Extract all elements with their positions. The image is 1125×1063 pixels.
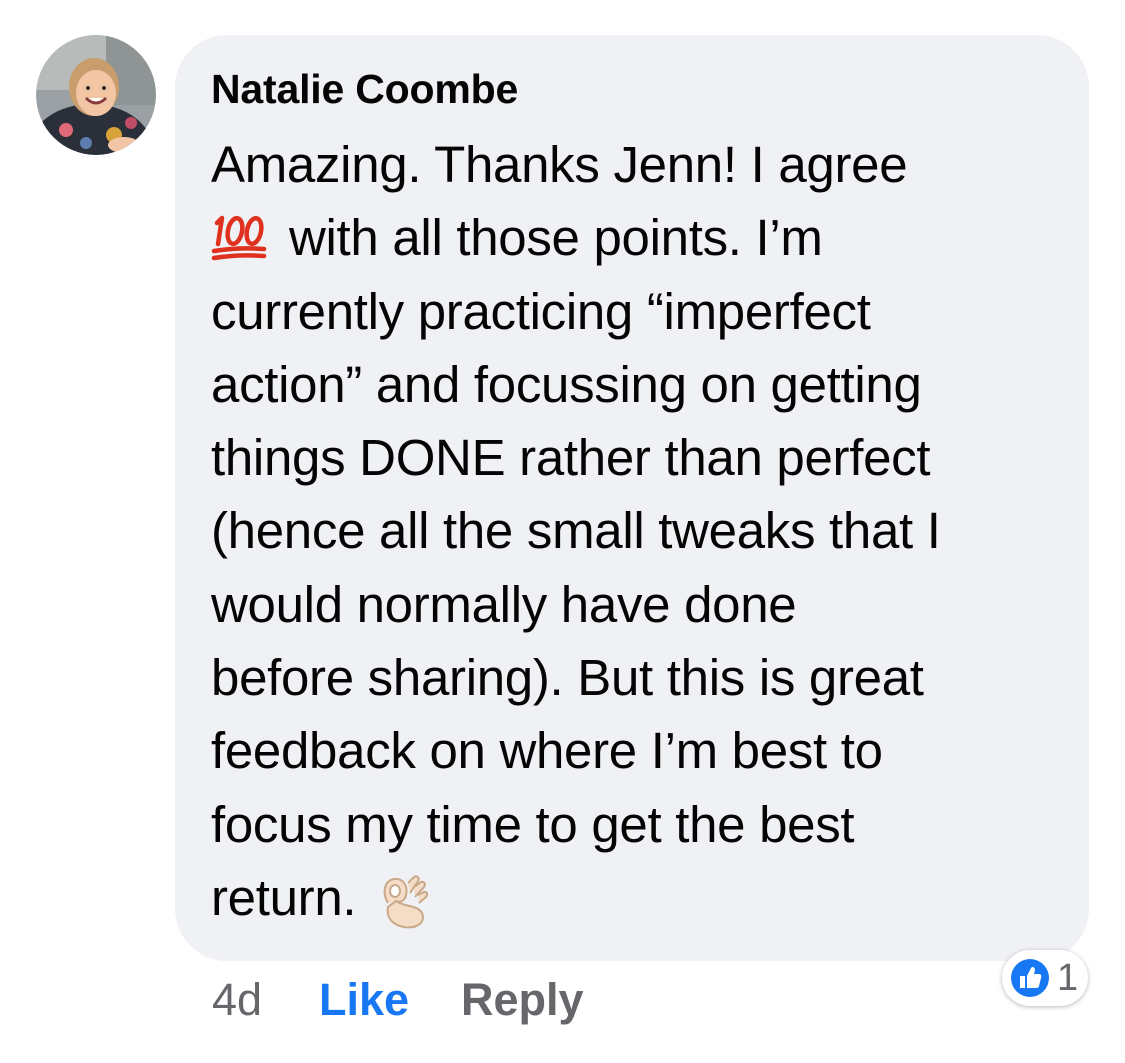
like-button[interactable]: Like <box>319 970 409 1030</box>
comment-timestamp[interactable]: 4d <box>212 970 262 1030</box>
comment-line-with-emoji: with all those points. I’m <box>211 201 1071 274</box>
reaction-count: 1 <box>1057 957 1079 999</box>
comment-author[interactable]: Natalie Coombe <box>211 66 518 113</box>
comment-line: currently practicing “imperfect <box>211 282 871 340</box>
comment-line-text: with all those points. I’m <box>289 209 823 267</box>
avatar-photo <box>36 35 156 155</box>
hundred-points-icon <box>211 216 267 261</box>
reaction-summary[interactable]: 1 <box>1002 950 1088 1006</box>
comment-line: Amazing. Thanks Jenn! I agree <box>211 136 908 193</box>
reply-button[interactable]: Reply <box>461 970 584 1030</box>
comment-line: focus my time to get the best <box>211 795 855 853</box>
comment-line: things DONE rather than perfect <box>211 429 931 487</box>
comment-line: action” and focussing on getting <box>211 355 922 413</box>
ok-hand-icon <box>383 875 429 929</box>
comment-line: would normally have done <box>211 575 797 633</box>
comment-line-text: return. <box>211 868 357 926</box>
comment-text: Amazing. Thanks Jenn! I agree with all t… <box>211 128 1071 934</box>
comment-line: before sharing). But this is great <box>211 649 924 707</box>
avatar[interactable] <box>36 35 156 155</box>
comment-line: feedback on where I’m best to <box>211 722 883 780</box>
comment-line: (hence all the small tweaks that I <box>211 502 941 560</box>
thumbs-up-icon <box>1011 959 1049 997</box>
comment-line-with-emoji: return. <box>211 861 1071 934</box>
